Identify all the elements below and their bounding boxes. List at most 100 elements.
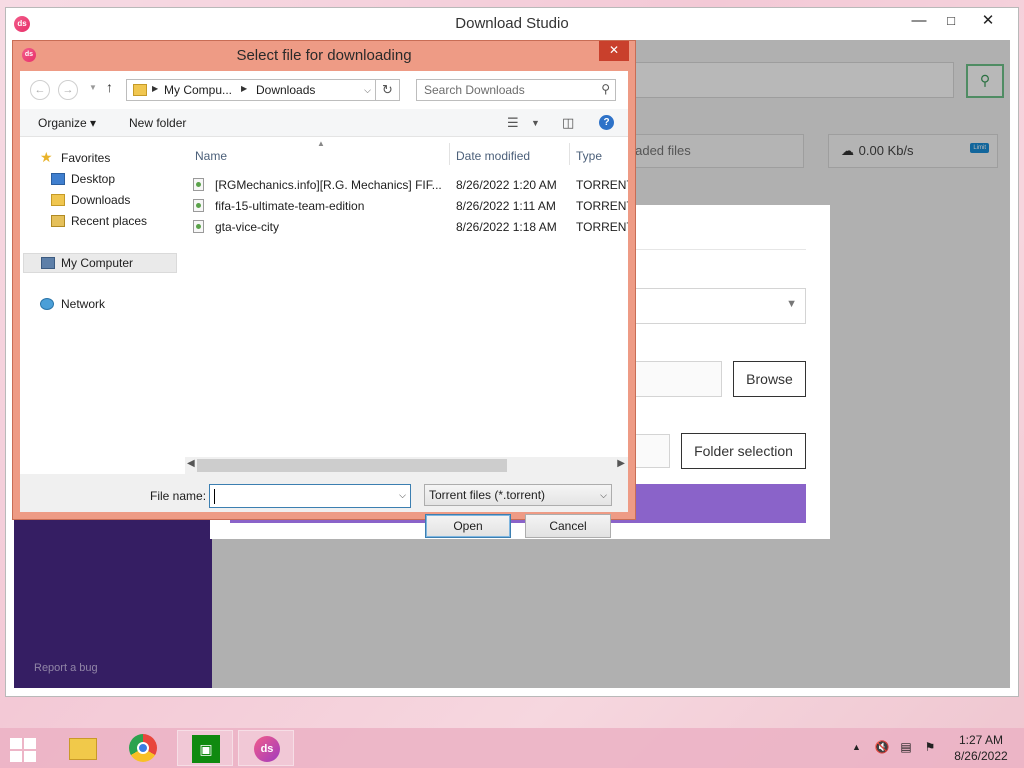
scrollbar-thumb[interactable] [197,459,507,472]
search-downloads-input[interactable]: Search Downloads ⚲ [416,79,616,101]
nav-downloads-label: Downloads [71,193,131,207]
nav-my-computer-label: My Computer [61,256,134,270]
chevron-down-icon: ▼ [786,298,797,310]
file-date: 8/26/2022 1:20 AM [456,178,557,192]
nav-recent-label: Recent places [71,214,148,228]
taskbar-file-explorer[interactable] [53,730,109,766]
taskbar-xbox[interactable]: ▣ [177,730,233,766]
dialog-close-button[interactable]: ✕ [599,41,629,61]
torrent-file-icon [193,220,204,233]
up-folder-button[interactable]: ↑ [106,79,113,95]
volume-muted-icon[interactable]: 🔇 [874,740,890,754]
browse-button[interactable]: Browse [733,361,806,397]
windows-logo-icon [24,751,36,762]
chevron-down-icon[interactable]: ⌵ [399,490,406,501]
ds-titlebar[interactable]: ds Download Studio — □ ✕ [6,8,1018,40]
nav-desktop[interactable]: Desktop [51,172,115,186]
file-row[interactable]: fifa-15-ultimate-team-edition 8/26/2022 … [185,195,628,216]
dialog-title: Select file for downloading [236,47,412,64]
sort-ascending-icon: ▲ [317,139,325,148]
file-row[interactable]: gta-vice-city 8/26/2022 1:18 AM TORRENT [185,216,628,237]
nav-network-label: Network [61,297,106,311]
column-header-date[interactable]: Date modified [456,149,530,163]
nav-network[interactable]: Network [40,297,105,311]
breadcrumb-separator-icon: ▶ [152,84,159,93]
file-type-select[interactable]: Torrent files (*.torrent) ⌵ [424,484,612,506]
arrow-right-icon: → [62,84,74,96]
arrow-left-icon: ← [34,84,46,96]
star-icon: ★ [40,149,53,165]
file-type: TORRENT [576,220,628,234]
file-type: TORRENT [576,199,628,213]
xbox-icon: ▣ [192,735,220,763]
show-hidden-icons-button[interactable]: ▲ [852,742,861,752]
nav-favorites[interactable]: ★ Favorites [40,149,111,165]
refresh-button[interactable]: ↻ [376,79,400,101]
breadcrumb-my-computer[interactable]: My Compu... [164,83,232,97]
file-name: [RGMechanics.info][R.G. Mechanics] FIF..… [215,178,442,192]
breadcrumb-downloads[interactable]: Downloads [256,83,315,97]
file-name: fifa-15-ultimate-team-edition [215,199,365,213]
file-row[interactable]: [RGMechanics.info][R.G. Mechanics] FIF..… [185,174,628,195]
file-explorer-icon [69,738,97,760]
dialog-footer: File name: ⌵ Torrent files (*.torrent) ⌵… [20,474,628,538]
desktop-icon [51,173,65,185]
file-name-input[interactable]: ⌵ [209,484,411,508]
address-bar[interactable]: ▶ My Compu... ▶ Downloads ⌵ [126,79,376,101]
chevron-down-icon[interactable]: ▼ [531,118,540,128]
column-divider[interactable] [449,143,450,165]
file-name-label: File name: [150,489,207,503]
taskbar-chrome[interactable] [115,730,171,766]
ds-window-title: Download Studio [455,15,569,32]
torrent-file-icon [193,199,204,212]
maximize-button[interactable]: □ [935,8,967,36]
action-center-icon[interactable]: ⚑ [922,740,938,754]
new-folder-button[interactable]: New folder [129,116,186,130]
downloads-folder-icon [51,194,65,206]
downloads-folder-icon [133,84,147,96]
nav-recent-places[interactable]: Recent places [51,214,147,228]
taskbar-download-studio[interactable]: ds [238,730,294,766]
scroll-left-icon[interactable]: ◀ [187,458,195,469]
back-button[interactable]: ← [30,80,50,100]
search-placeholder: Search Downloads [424,83,525,97]
computer-icon [41,257,55,269]
file-list: ▲ Name Date modified Type [RGMechanics.i… [185,137,628,469]
breadcrumb-separator-icon: ▶ [241,84,248,93]
folder-selection-button[interactable]: Folder selection [681,433,806,469]
clock-date[interactable]: 8/26/2022 [948,749,1014,763]
nav-favorites-label: Favorites [61,151,111,165]
refresh-icon: ↻ [382,82,393,97]
recent-places-icon [51,215,65,227]
help-icon[interactable]: ? [599,115,614,130]
forward-button[interactable]: → [58,80,78,100]
nav-desktop-label: Desktop [71,172,116,186]
file-name: gta-vice-city [215,220,280,234]
preview-pane-icon[interactable]: ◫ [562,115,574,131]
navigation-pane: ★ Favorites Desktop Downloads Recent pla… [20,137,180,469]
recent-locations-dropdown[interactable]: ▼ [89,83,97,92]
file-type: TORRENT [576,178,628,192]
horizontal-scrollbar[interactable]: ◀ ▶ [185,457,628,474]
view-options-icon[interactable]: ☰ [507,115,519,131]
organize-menu[interactable]: Organize ▾ [38,116,96,130]
start-button[interactable] [8,736,38,762]
select-file-dialog: ds Select file for downloading ✕ ← → ▼ ↑… [12,40,636,538]
nav-downloads[interactable]: Downloads [51,193,130,207]
close-button[interactable]: ✕ [972,8,1004,36]
network-icon[interactable]: ▤ [898,740,914,754]
chevron-down-icon[interactable]: ⌵ [364,85,371,96]
clock-time[interactable]: 1:27 AM [948,733,1014,747]
column-divider[interactable] [569,143,570,165]
windows-logo-icon [24,738,36,749]
dialog-titlebar[interactable]: ds Select file for downloading ✕ [13,41,635,69]
windows-logo-icon [10,751,22,762]
text-caret [214,489,215,504]
minimize-button[interactable]: — [903,8,935,36]
column-header-type[interactable]: Type [576,149,602,163]
nav-my-computer[interactable]: My Computer [23,253,177,273]
column-header-name[interactable]: Name [195,149,227,163]
open-button[interactable]: Open [425,514,511,538]
cancel-button[interactable]: Cancel [525,514,611,538]
scroll-right-icon[interactable]: ▶ [617,458,625,469]
